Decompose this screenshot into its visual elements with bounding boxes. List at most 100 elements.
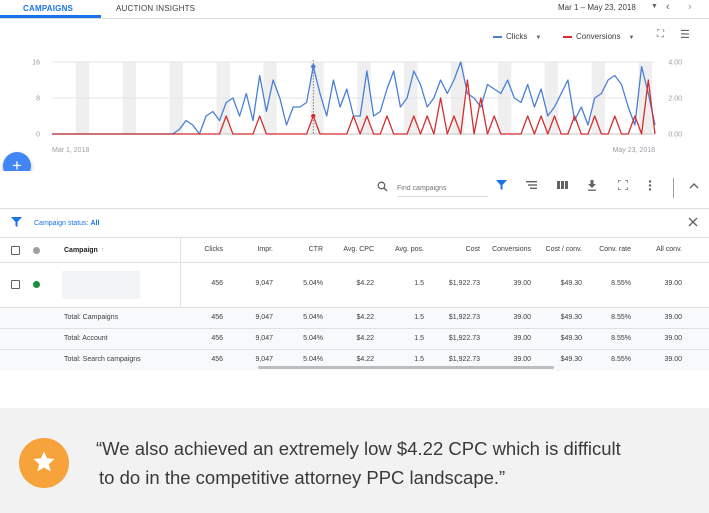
filter-bar: Campaign status: All [0, 208, 709, 238]
row-checkbox[interactable] [11, 280, 20, 289]
x-axis-start-label: Mar 1, 2018 [52, 147, 89, 154]
chart-settings-icon[interactable]: ☰ [680, 28, 690, 41]
tab-auction-insights[interactable]: AUCTION INSIGHTS [116, 4, 195, 13]
horizontal-scrollbar[interactable] [258, 366, 554, 369]
cell-conversions: 39.00 [513, 335, 531, 342]
cell-cost-per-conv: $49.30 [560, 280, 582, 287]
status-enabled-icon[interactable] [33, 281, 40, 288]
right-axis-tick-label: 4.00 [668, 60, 682, 67]
cell-cost: $1,922.73 [448, 356, 480, 363]
tab-campaigns[interactable]: CAMPAIGNS [23, 4, 73, 13]
segment-icon[interactable] [526, 180, 537, 193]
cell-clicks: 456 [211, 280, 223, 287]
cell-conversions: 39.00 [513, 314, 531, 321]
columns-icon[interactable] [557, 180, 568, 193]
cell-conv-rate: 8.55% [611, 314, 631, 321]
header-avg-cpc[interactable]: Avg. CPC [343, 246, 374, 253]
cell-cost-per-conv: $49.30 [560, 356, 582, 363]
cell-ctr: 5.04% [303, 356, 323, 363]
cell-avg-pos: 1.5 [414, 314, 424, 321]
hover-point-conversions [311, 113, 316, 119]
filter-value: All [90, 220, 100, 227]
filter-icon[interactable] [11, 217, 22, 230]
cell-avg-pos: 1.5 [414, 335, 424, 342]
cell-impr: 9,047 [255, 314, 273, 321]
cell-avg-cpc: $4.22 [356, 314, 374, 321]
header-all-conv[interactable]: All conv. [656, 246, 682, 253]
cell-all-conv: 39.00 [664, 356, 682, 363]
header-impr[interactable]: Impr. [257, 246, 273, 253]
right-axis-tick-label: 0.00 [668, 132, 682, 139]
performance-chart-card: 16 8 0 4.00 2.00 0.00 Mar 1, 2018 May 23, 2018 … [0, 19, 709, 171]
cell-impr: 9,047 [255, 335, 273, 342]
x-axis-end-label: May 23, 2018 [613, 147, 656, 154]
sort-ascending-icon: ↑ [100, 247, 105, 254]
caret-down-icon[interactable]: ▼ [651, 3, 658, 10]
download-icon[interactable] [587, 180, 597, 194]
header-cost[interactable]: Cost [466, 246, 480, 253]
top-bar: CAMPAIGNS AUCTION INSIGHTS Mar 1 – May 2… [0, 0, 709, 18]
header-campaign[interactable]: Campaign ↑ [64, 247, 104, 254]
filter-icon[interactable] [496, 180, 507, 193]
cell-conv-rate: 8.55% [611, 356, 631, 363]
select-all-checkbox[interactable] [11, 246, 20, 255]
expand-icon[interactable] [617, 179, 629, 193]
legend-clicks-label: Clicks [506, 32, 528, 41]
table-row[interactable]: 456 9,047 5.04% $4.22 1.5 $1,922.73 39.0… [0, 263, 709, 308]
toolbar-divider [673, 178, 674, 198]
date-range-selector[interactable]: Mar 1 – May 23, 2018 [558, 3, 636, 12]
legend-conversions-label: Conversions [576, 32, 621, 41]
cell-clicks: 456 [211, 335, 223, 342]
filter-label: Campaign status: [34, 220, 89, 227]
cell-all-conv: 39.00 [664, 335, 682, 342]
total-label: Total: Campaigns [64, 314, 119, 321]
clicks-swatch [493, 35, 502, 38]
chevron-right-icon[interactable]: › [688, 1, 692, 13]
cell-clicks: 456 [211, 314, 223, 321]
performance-chart: 16 8 0 4.00 2.00 0.00 Mar 1, 2018 May 23, 2018 [32, 60, 682, 155]
hover-point-clicks [311, 64, 316, 69]
total-label: Total: Account [64, 335, 108, 342]
cell-conversions: 39.00 [513, 280, 531, 287]
caret-down-icon: ▼ [628, 35, 635, 41]
left-axis-tick-label: 16 [32, 60, 40, 67]
header-ctr[interactable]: CTR [309, 246, 323, 253]
chevron-up-icon[interactable] [689, 180, 699, 192]
caret-down-icon: ▼ [535, 35, 542, 41]
header-avg-pos[interactable]: Avg. pos. [395, 246, 424, 253]
search-icon[interactable] [377, 181, 388, 195]
right-axis-tick-label: 2.00 [668, 96, 682, 103]
cell-all-conv: 39.00 [664, 280, 682, 287]
testimonial-quote-line-1: “We also achieved an extremely low $4.22… [96, 438, 621, 459]
cell-impr: 9,047 [255, 280, 273, 287]
left-axis-tick-label: 0 [36, 132, 40, 139]
table-toolbar [0, 171, 709, 208]
campaign-name-redacted[interactable] [62, 271, 140, 299]
cell-ctr: 5.04% [303, 314, 323, 321]
header-conversions[interactable]: Conversions [492, 246, 531, 253]
more-vert-icon[interactable] [648, 180, 652, 194]
cell-ctr: 5.04% [303, 335, 323, 342]
total-row-account: Total: Account 456 9,047 5.04% $4.22 1.5… [0, 329, 709, 350]
table-header-row: Campaign ↑ Clicks Impr. CTR Avg. CPC Avg.… [0, 238, 709, 263]
testimonial-quote-line-2: to do in the competitive attorney PPC la… [99, 467, 506, 488]
legend-clicks[interactable]: Clicks ▼ [493, 32, 541, 41]
header-conv-rate[interactable]: Conv. rate [599, 246, 631, 253]
chevron-left-icon[interactable]: ‹ [666, 1, 670, 13]
cell-conv-rate: 8.55% [611, 280, 631, 287]
testimonial-panel: “We also achieved an extremely low $4.22… [0, 408, 709, 513]
legend-conversions[interactable]: Conversions ▼ [563, 32, 634, 41]
cell-cost-per-conv: $49.30 [560, 335, 582, 342]
status-column-icon [33, 247, 40, 254]
close-icon[interactable] [688, 216, 698, 230]
campaign-status-filter[interactable]: Campaign status: All [34, 220, 99, 227]
total-label: Total: Search campaigns [64, 356, 141, 363]
header-clicks[interactable]: Clicks [204, 246, 223, 253]
cell-avg-cpc: $4.22 [356, 335, 374, 342]
search-input[interactable] [397, 181, 488, 197]
cell-avg-pos: 1.5 [414, 280, 424, 287]
cell-conv-rate: 8.55% [611, 335, 631, 342]
expand-chart-icon[interactable]: ⛶ [657, 29, 664, 40]
cell-cost: $1,922.73 [448, 335, 480, 342]
header-cost-per-conv[interactable]: Cost / conv. [546, 246, 582, 253]
